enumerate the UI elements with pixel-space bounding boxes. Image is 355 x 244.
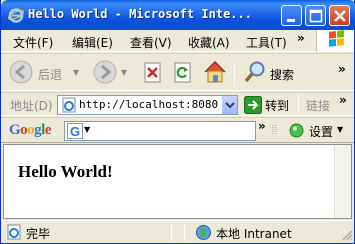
menu-file[interactable]: 文件(F): [13, 34, 53, 51]
zone-label: 本地 Intranet: [216, 227, 292, 241]
google-overflow-chevron[interactable]: »: [258, 119, 266, 133]
stop-button[interactable]: [143, 62, 163, 87]
toolbar-separator: [234, 62, 235, 86]
home-icon: [204, 60, 226, 83]
windows-flag-icon: [329, 30, 344, 47]
page-icon: [62, 97, 76, 113]
search-button[interactable]: [243, 60, 267, 87]
resize-grip-icon[interactable]: [341, 229, 353, 241]
address-label: 地址(D): [10, 99, 53, 113]
menu-bar: 文件(F) 编辑(E) 查看(V) 收藏(A) 工具(T) »: [1, 30, 354, 52]
title-bar[interactable]: Hello World - Microsoft Inte...: [1, 0, 355, 30]
search-label[interactable]: 搜索: [270, 66, 294, 83]
menu-edit[interactable]: 编辑(E): [72, 34, 113, 51]
forward-dropdown-icon[interactable]: ▼: [121, 68, 127, 77]
back-arrow-icon: [9, 60, 33, 84]
refresh-button[interactable]: [173, 62, 193, 87]
status-bar: 完毕 本地 Intranet: [1, 220, 354, 243]
window-title: Hello World - Microsoft Inte...: [28, 7, 252, 21]
chevron-down-icon: [225, 102, 235, 109]
address-field[interactable]: http://localhost:8080/S: [57, 95, 238, 115]
minimize-icon: [287, 19, 295, 22]
minimize-button[interactable]: [281, 5, 302, 26]
page-content: Hello World!: [3, 144, 352, 219]
ie-logo-icon: [8, 8, 24, 23]
ie-window: Hello World - Microsoft Inte... 文件(F) 编辑…: [0, 0, 355, 244]
address-separator: [298, 95, 299, 113]
google-toolbar: Google G ▼ » 设置 ▼: [1, 117, 354, 143]
standard-toolbar: 后退 ▼ ▼ 搜索 »: [1, 53, 354, 91]
menu-view[interactable]: 查看(V): [130, 34, 172, 51]
google-settings-button[interactable]: 设置: [309, 123, 333, 140]
page-heading: Hello World!: [18, 162, 113, 181]
back-button[interactable]: [9, 60, 33, 87]
forward-button[interactable]: [93, 60, 117, 87]
svg-text:G: G: [70, 124, 80, 139]
settings-dropdown-icon[interactable]: ▼: [337, 125, 343, 134]
search-icon: [244, 61, 265, 83]
go-label[interactable]: 转到: [265, 97, 289, 114]
links-label[interactable]: 链接: [306, 97, 330, 114]
refresh-icon: [174, 62, 191, 83]
close-icon: [334, 10, 346, 22]
windows-logo: [316, 30, 354, 52]
stop-icon: [144, 62, 161, 83]
vertical-scrollbar[interactable]: [334, 145, 351, 218]
address-bar: 地址(D) http://localhost:8080/S 转到 链接 »: [1, 92, 354, 116]
intranet-zone-icon: [196, 225, 211, 240]
forward-arrow-icon: [93, 60, 117, 84]
google-g-icon: G: [67, 123, 83, 139]
maximize-icon: [309, 9, 323, 23]
home-button[interactable]: [202, 59, 228, 88]
close-button[interactable]: [329, 5, 350, 26]
google-dropdown-icon[interactable]: ▼: [84, 125, 90, 134]
done-page-icon: [7, 224, 21, 240]
links-overflow-chevron[interactable]: »: [339, 93, 347, 107]
menu-overflow-chevron[interactable]: »: [297, 31, 305, 45]
toolbar-grip-icon[interactable]: [271, 122, 279, 138]
go-arrow-icon: [244, 96, 262, 114]
status-separator: [184, 224, 185, 241]
menu-favorites[interactable]: 收藏(A): [188, 34, 230, 51]
google-logo: Google: [9, 122, 52, 138]
maximize-button[interactable]: [305, 5, 326, 26]
back-label[interactable]: 后退: [38, 66, 62, 83]
back-dropdown-icon[interactable]: ▼: [73, 68, 79, 77]
status-separator: [171, 224, 172, 241]
toolbar-overflow-chevron[interactable]: »: [338, 62, 346, 76]
settings-status-icon: [289, 123, 304, 138]
go-button[interactable]: [244, 96, 262, 117]
google-search-input[interactable]: G ▼: [64, 121, 256, 141]
menu-tools[interactable]: 工具(T): [246, 34, 287, 51]
status-text: 完毕: [26, 227, 51, 241]
address-url[interactable]: http://localhost:8080/S: [79, 98, 219, 111]
address-dropdown[interactable]: [221, 96, 237, 114]
